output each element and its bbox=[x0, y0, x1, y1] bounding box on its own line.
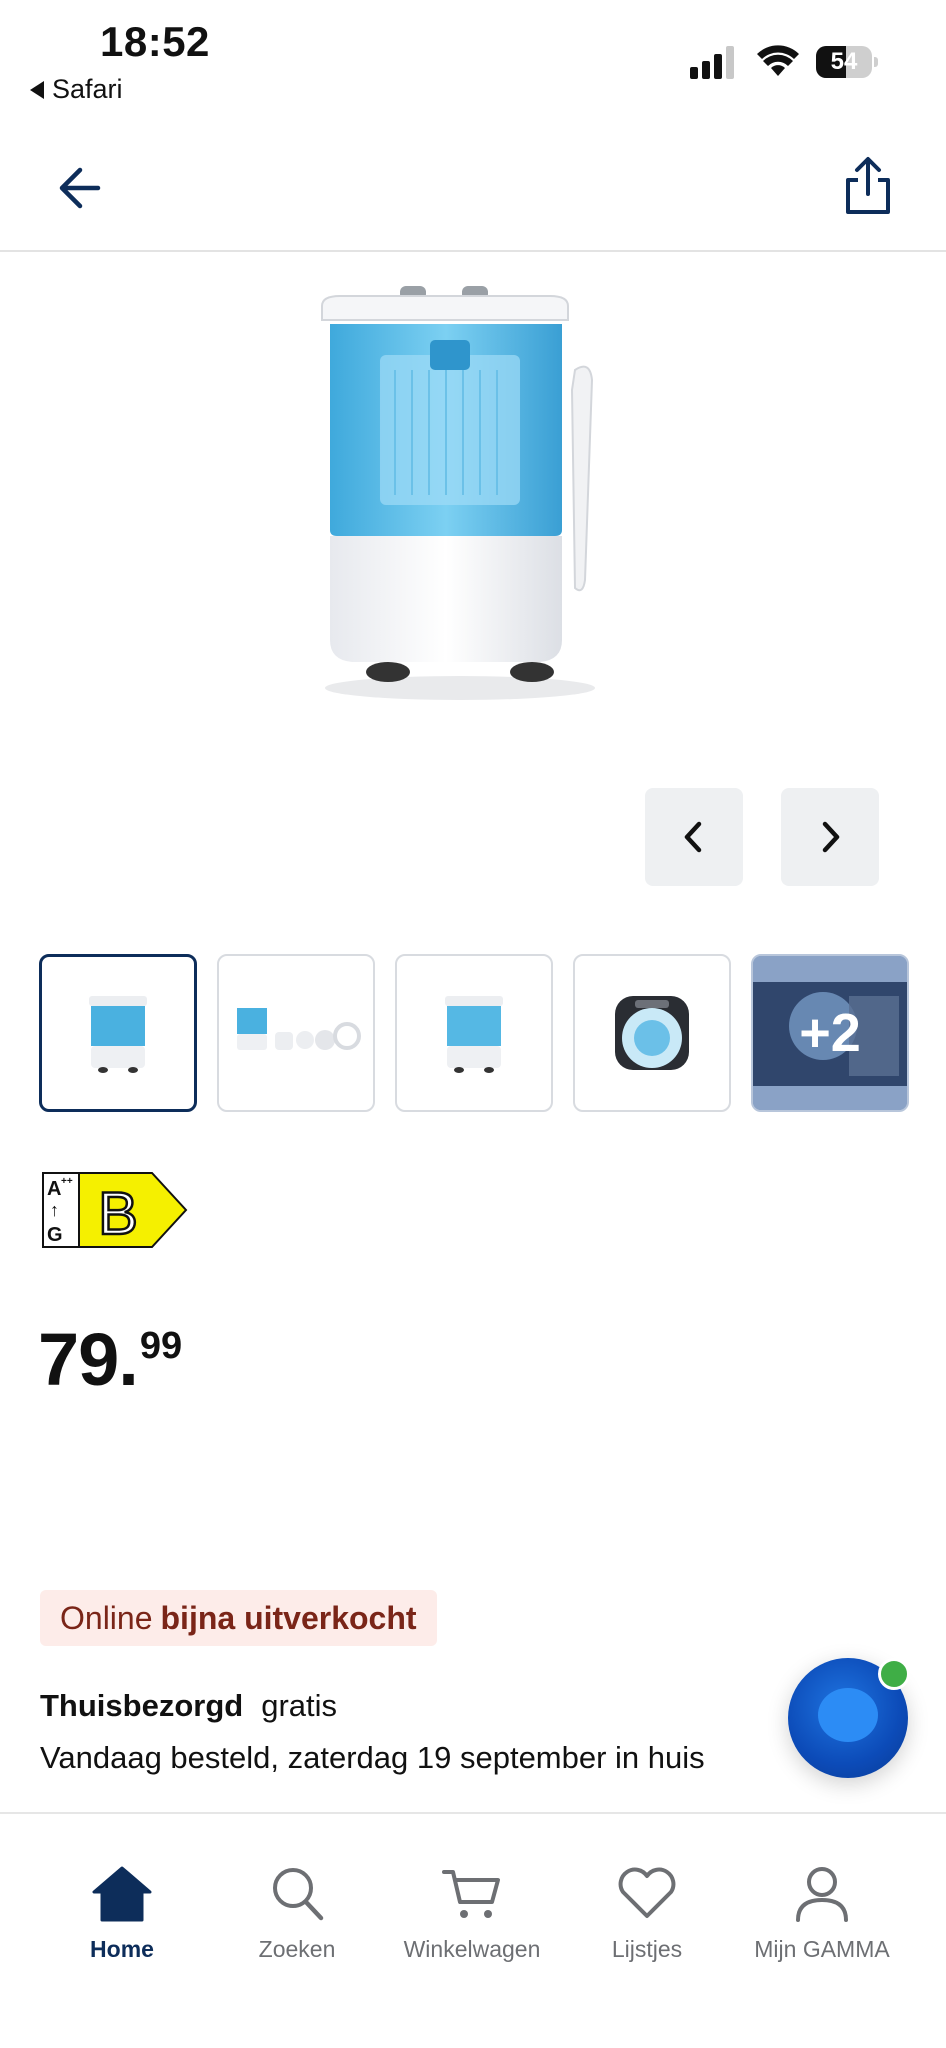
app-header bbox=[0, 120, 946, 252]
stock-status: bijna uitverkocht bbox=[160, 1599, 417, 1636]
stock-prefix: Online bbox=[60, 1599, 153, 1636]
energy-scale-top: A bbox=[47, 1178, 61, 1200]
energy-scale-top-sup: ++ bbox=[61, 1176, 73, 1187]
nav-account-label: Mijn GAMMA bbox=[754, 1936, 890, 1962]
arrow-left-icon[interactable] bbox=[48, 158, 108, 218]
back-app-label: Safari bbox=[52, 74, 123, 104]
delivery-eta: Vandaag besteld, zaterdag 19 september i… bbox=[40, 1740, 705, 1775]
cart-icon bbox=[442, 1870, 500, 1918]
thumbnail-washer-accessories bbox=[237, 1008, 361, 1050]
nav-home[interactable]: Home bbox=[32, 1864, 212, 1963]
thumbnail-washer-front bbox=[89, 996, 147, 1073]
thumbnail-1[interactable] bbox=[39, 954, 197, 1112]
nav-account[interactable]: Mijn GAMMA bbox=[732, 1864, 912, 1963]
product-price: 79. 99 bbox=[38, 1320, 182, 1400]
battery-tip bbox=[874, 57, 878, 67]
delivery-cost: gratis bbox=[261, 1688, 338, 1723]
share-icon[interactable] bbox=[838, 154, 898, 218]
battery-body: 54 bbox=[816, 46, 872, 78]
product-image-washing-machine[interactable] bbox=[300, 270, 646, 710]
energy-class: B bbox=[98, 1180, 138, 1247]
thumbnail-strip: +2 bbox=[39, 954, 909, 1112]
thumbnail-2[interactable] bbox=[217, 954, 375, 1112]
home-icon bbox=[92, 1866, 152, 1922]
bottom-navigation: Home Zoeken Winkelwagen Lijstjes Mijn GA… bbox=[0, 1812, 946, 2048]
heart-icon bbox=[618, 1867, 676, 1918]
price-cents: 99 bbox=[139, 1325, 183, 1367]
nav-cart[interactable]: Winkelwagen bbox=[382, 1864, 562, 1963]
online-indicator bbox=[878, 1658, 910, 1690]
nav-search[interactable]: Zoeken bbox=[207, 1864, 387, 1963]
search-icon bbox=[273, 1868, 324, 1921]
delivery-label: Thuisbezorgd bbox=[40, 1688, 244, 1723]
gallery-next-button[interactable] bbox=[781, 788, 879, 886]
stock-status-badge: Online bijna uitverkocht bbox=[40, 1590, 437, 1646]
thumbnail-4[interactable] bbox=[573, 954, 731, 1112]
nav-lists[interactable]: Lijstjes bbox=[557, 1864, 737, 1963]
wifi-icon bbox=[757, 45, 799, 76]
thumbnail-more[interactable]: +2 bbox=[751, 954, 909, 1112]
nav-lists-label: Lijstjes bbox=[611, 1936, 683, 1962]
nav-search-label: Zoeken bbox=[258, 1936, 336, 1962]
energy-label-badge[interactable]: A ++ ↑ G B bbox=[42, 1172, 188, 1248]
chat-bubble-icon bbox=[818, 1688, 878, 1742]
chevron-right-icon bbox=[822, 821, 840, 853]
thumbnail-3[interactable] bbox=[395, 954, 553, 1112]
battery-indicator: 54 bbox=[816, 46, 878, 78]
gallery-prev-button[interactable] bbox=[645, 788, 743, 886]
chat-assistant-button[interactable] bbox=[788, 1658, 910, 1778]
chevron-left-icon bbox=[684, 821, 702, 853]
status-time: 18:52 bbox=[100, 18, 210, 65]
battery-label: 54 bbox=[830, 48, 858, 75]
energy-scale-bottom: G bbox=[47, 1224, 63, 1246]
energy-scale-arrow: ↑ bbox=[50, 1200, 59, 1220]
back-triangle-icon bbox=[30, 80, 44, 99]
thumbnail-more-label: +2 bbox=[799, 1003, 861, 1063]
price-main: 79. bbox=[38, 1318, 139, 1401]
back-to-safari[interactable]: Safari bbox=[30, 74, 123, 105]
user-icon bbox=[796, 1867, 848, 1922]
nav-cart-label: Winkelwagen bbox=[403, 1936, 541, 1962]
thumbnail-washer-angle bbox=[445, 996, 503, 1073]
status-bar: 18:52 Safari 54 bbox=[0, 0, 946, 120]
delivery-method: Thuisbezorgd gratis bbox=[40, 1688, 337, 1724]
cellular-signal-icon bbox=[690, 46, 734, 79]
nav-home-label: Home bbox=[90, 1936, 154, 1962]
thumbnail-washer-top bbox=[615, 996, 689, 1070]
